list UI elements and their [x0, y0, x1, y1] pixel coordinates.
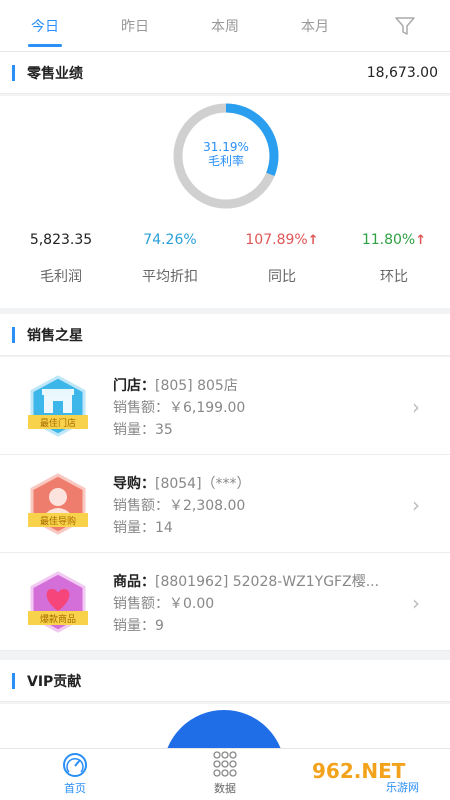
- vip-chart-circle: [163, 710, 285, 748]
- grid-dots-icon: [213, 751, 237, 777]
- stat-label: 平均折扣: [142, 269, 198, 285]
- stat-value: 11.80%: [361, 232, 416, 248]
- stat-mom-value: 11.80%↑: [338, 232, 450, 248]
- nav-home[interactable]: 首页: [0, 749, 150, 800]
- stat-value: 107.89%: [245, 232, 308, 248]
- best-store-badge-icon: 最佳门店: [28, 375, 88, 437]
- amount-value: ￥0.00: [169, 596, 215, 612]
- sales-star-header: 销售之星: [0, 314, 450, 356]
- gross-margin-text: 31.19% 毛利率: [171, 140, 281, 168]
- star-item-product[interactable]: 爆款商品 商品：[8801962] 52028-WZ1YGFZ樱... 销售额：…: [0, 553, 450, 651]
- section-marker: [12, 326, 15, 343]
- filter-button[interactable]: [360, 0, 450, 51]
- vip-chart-panel: [0, 704, 450, 748]
- badge-text: 最佳导购: [40, 515, 76, 527]
- vip-contribution-header: VIP贡献: [0, 660, 450, 702]
- watermark-logo: 962.NET 乐游网: [306, 756, 446, 794]
- best-guide-badge-icon: 最佳导购: [28, 473, 88, 535]
- amount-label: 销售额：: [113, 498, 169, 514]
- nav-label: 数据: [214, 782, 236, 795]
- tab-today[interactable]: 今日: [0, 0, 90, 51]
- stat-label: 环比: [380, 269, 408, 285]
- qty-value: 35: [155, 422, 173, 438]
- section-title: 零售业绩: [27, 65, 83, 82]
- nav-data[interactable]: 数据: [150, 749, 300, 800]
- stat-label: 同比: [268, 269, 296, 285]
- chevron-right-icon: ›: [412, 591, 420, 615]
- item-label: 导购：: [113, 476, 155, 492]
- item-label: 门店：: [113, 378, 155, 394]
- chevron-right-icon: ›: [412, 395, 420, 419]
- stat-avg-discount-value: 74.26%: [114, 232, 226, 248]
- item-name: [8054]（***）: [155, 476, 251, 492]
- filter-icon: [395, 16, 415, 35]
- section-title: 销售之星: [27, 327, 83, 344]
- performance-panel: 31.19% 毛利率 5,823.35 74.26% 107.89%↑ 11.8…: [0, 96, 450, 308]
- section-marker: [12, 672, 15, 689]
- stat-gross-profit-value: 5,823.35: [5, 232, 117, 248]
- section-title: VIP贡献: [27, 673, 82, 690]
- qty-value: 14: [155, 520, 173, 536]
- speedometer-icon: [63, 753, 87, 777]
- amount-value: ￥6,199.00: [169, 400, 246, 416]
- amount-label: 销售额：: [113, 400, 169, 416]
- star-item-store[interactable]: 最佳门店 门店：[805] 805店 销售额：￥6,199.00 销量：35 ›: [0, 357, 450, 455]
- item-name: [8801962] 52028-WZ1YGFZ樱...: [155, 574, 380, 590]
- up-arrow-icon: ↑: [415, 233, 427, 248]
- amount-label: 销售额：: [113, 596, 169, 612]
- item-name: [805] 805店: [155, 378, 238, 394]
- qty-label: 销量：: [113, 422, 155, 438]
- star-item-guide[interactable]: 最佳导购 导购：[8054]（***） 销售额：￥2,308.00 销量：14 …: [0, 455, 450, 553]
- stat-yoy-value: 107.89%↑: [226, 232, 338, 248]
- tab-this-week[interactable]: 本周: [180, 0, 270, 51]
- item-label: 商品：: [113, 574, 155, 590]
- section-marker: [12, 64, 15, 81]
- gross-margin-label: 毛利率: [207, 154, 244, 168]
- stat-label: 毛利润: [40, 269, 82, 285]
- period-tabs: 今日 昨日 本周 本月: [0, 0, 450, 52]
- qty-value: 9: [155, 618, 164, 634]
- stat-value: 74.26%: [143, 232, 197, 248]
- badge-text: 最佳门店: [40, 417, 76, 429]
- nav-label: 首页: [64, 782, 86, 795]
- gross-margin-pct: 31.19%: [203, 140, 249, 154]
- watermark-text: 962.NET: [312, 759, 406, 783]
- hot-product-badge-icon: 爆款商品: [28, 571, 88, 633]
- watermark-subtext: 乐游网: [386, 781, 419, 794]
- qty-label: 销量：: [113, 618, 155, 634]
- up-arrow-icon: ↑: [307, 233, 319, 248]
- amount-value: ￥2,308.00: [169, 498, 246, 514]
- stat-value: 5,823.35: [29, 232, 93, 248]
- qty-label: 销量：: [113, 520, 155, 536]
- retail-total: 18,673.00: [366, 64, 438, 81]
- retail-performance-header: 零售业绩 18,673.00: [0, 52, 450, 94]
- badge-text: 爆款商品: [40, 613, 76, 625]
- tab-yesterday[interactable]: 昨日: [90, 0, 180, 51]
- tab-this-month[interactable]: 本月: [270, 0, 360, 51]
- chevron-right-icon: ›: [412, 493, 420, 517]
